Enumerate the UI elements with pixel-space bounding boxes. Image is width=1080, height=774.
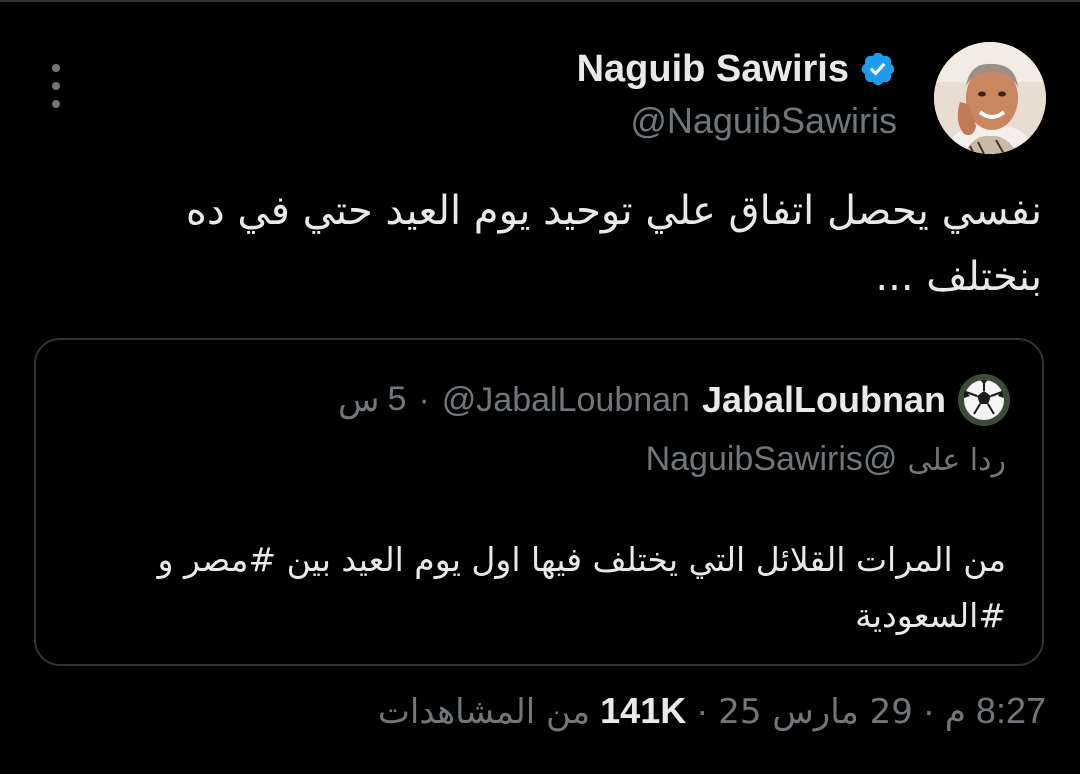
quoted-time[interactable]: 5 س — [338, 380, 406, 420]
top-divider — [0, 0, 1080, 2]
quoted-tweet-header: JabalLoubnan @JabalLoubnan · 5 س — [338, 374, 1010, 426]
verified-badge-icon — [861, 52, 895, 86]
author-block[interactable]: Naguib Sawiris @NaguibSawiris — [577, 44, 897, 142]
quoted-author-handle[interactable]: @JabalLoubnan — [442, 381, 690, 420]
meta-separator-1: · — [922, 690, 935, 731]
reply-handle-link[interactable]: @NaguibSawiris — [646, 440, 898, 479]
tweet-meta: 8:27 م · 29 مارس 25 · 141K من المشاهدات — [378, 690, 1046, 732]
quoted-tweet-text: من المرات القلائل التي يختلف فيها اول يو… — [66, 532, 1006, 644]
quoted-author-avatar[interactable] — [958, 374, 1010, 426]
tweet-date[interactable]: 29 مارس 25 — [718, 692, 913, 732]
quoted-text-line-2[interactable]: #السعودية — [66, 588, 1006, 644]
tweet-period: م — [944, 692, 966, 732]
author-handle[interactable]: @NaguibSawiris — [577, 100, 897, 142]
quoted-time-value: 5 — [387, 380, 407, 418]
reply-label: ردا على — [907, 443, 1006, 478]
quoted-text-line-1: من المرات القلائل التي يختلف فيها اول يو… — [157, 540, 1006, 579]
tweet-text-line-2: بنختلف ... — [875, 254, 1042, 300]
soccer-ball-icon — [958, 374, 1010, 426]
quoted-time-unit: س — [338, 381, 380, 419]
profile-photo-icon — [934, 42, 1046, 154]
quoted-separator: · — [418, 380, 430, 419]
reply-context: ردا على @NaguibSawiris — [646, 440, 1006, 479]
quoted-author-name[interactable]: JabalLoubnan — [702, 379, 946, 421]
tweet-time[interactable]: 8:27 — [976, 690, 1046, 732]
author-name[interactable]: Naguib Sawiris — [577, 48, 849, 91]
more-options-icon[interactable] — [44, 64, 68, 108]
views-label: من المشاهدات — [377, 692, 591, 732]
views-count[interactable]: 141K — [600, 690, 686, 732]
tweet-text: نفسي يحصل اتفاق علي توحيد يوم العيد حتي … — [82, 178, 1042, 310]
author-name-row: Naguib Sawiris — [577, 44, 897, 94]
quoted-tweet-card[interactable]: JabalLoubnan @JabalLoubnan · 5 س ردا على… — [34, 338, 1044, 666]
tweet-text-line-1: نفسي يحصل اتفاق علي توحيد يوم العيد حتي … — [185, 188, 1042, 234]
author-avatar[interactable] — [934, 42, 1046, 154]
meta-separator-2: · — [696, 690, 709, 731]
